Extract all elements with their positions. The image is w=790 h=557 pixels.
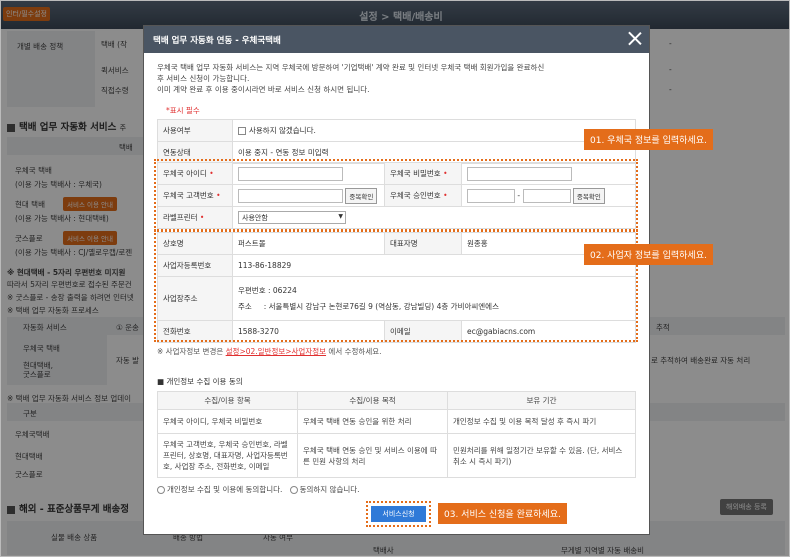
intro-text: 우체국 택배 업무 자동화 서비스는 지역 우체국에 방문하여 '기업택배' 계… (157, 63, 545, 94)
privacy-head-purpose: 수집/이용 목적 (297, 391, 448, 410)
privacy-cell: 우체국 고객번호, 우체국 승인번호, 라벨프린터, 상호명, 대표자명, 사업… (157, 433, 298, 478)
app-window: 인터/필수설정 설정 > 택배/배송비 개별 배송 정책 택배 (작 퀵서비스 … (0, 0, 790, 557)
privacy-table: 수집/이용 항목 수집/이용 목적 보유 기간 우체국 아이디, 우체국 비밀번… (157, 391, 636, 478)
disagree-radio[interactable] (289, 486, 298, 494)
callout-step1: 01. 우체국 정보를 입력하세요. (584, 129, 713, 150)
usage-checkbox[interactable] (238, 127, 246, 135)
status-table: 사용여부 사용하지 않겠습니다. 연동상태 이용 중지 - 연동 정보 미입력 (157, 119, 636, 164)
usage-cell: 사용하지 않겠습니다. (232, 119, 636, 142)
agree-label: 개인정보 수집 및 이용에 동의합니다. (167, 485, 283, 494)
modal-title: 택배 업무 자동화 연동 - 우체국택배 (153, 36, 281, 46)
usage-checkbox-label: 사용하지 않겠습니다. (249, 126, 316, 135)
privacy-cell: 우체국 아이디, 우체국 비밀번호 (157, 409, 298, 434)
privacy-cell: 우체국 택배 연동 승인을 위한 처리 (297, 409, 448, 434)
biz-change-note: ※ 사업자정보 변경은 설정>02.일반정보>사업자정보 에서 수정하세요. (157, 347, 382, 356)
business-info-highlight (154, 230, 638, 342)
privacy-cell: 개인정보 수집 및 이용 목적 달성 후 즉시 파기 (447, 409, 636, 434)
biz-settings-link[interactable]: 설정>02.일반정보>사업자정보 (226, 347, 326, 356)
agree-radio[interactable] (157, 486, 165, 494)
callout-step3: 03. 서비스 신청을 완료하세요. (438, 503, 567, 524)
privacy-title: ■ 개인정보 수집 이용 동의 (157, 377, 243, 386)
epost-info-highlight (154, 159, 638, 231)
privacy-cell: 민원처리를 위해 일정기간 보유할 수 있음. (단, 서비스 취소 시 즉시 … (447, 433, 636, 478)
modal-header: 택배 업무 자동화 연동 - 우체국택배 (144, 26, 649, 53)
disagree-label: 동의하지 않습니다. (299, 485, 360, 494)
privacy-head-period: 보유 기간 (447, 391, 636, 410)
consent-row: 개인정보 수집 및 이용에 동의합니다. 동의하지 않습니다. (157, 484, 360, 495)
usage-label: 사용여부 (157, 119, 233, 142)
privacy-head-items: 수집/이용 항목 (157, 391, 298, 410)
required-note: *표시 필수 (166, 106, 200, 115)
privacy-cell: 우체국 택배 연동 승인 및 서비스 이용에 따른 민원 사항의 처리 (297, 433, 448, 478)
epost-link-modal: 택배 업무 자동화 연동 - 우체국택배 우체국 택배 업무 자동화 서비스는 … (143, 25, 650, 535)
close-icon[interactable] (627, 30, 643, 46)
callout-step2: 02. 사업자 정보를 입력하세요. (584, 244, 713, 265)
service-apply-button[interactable]: 서비스신청 (371, 506, 426, 522)
